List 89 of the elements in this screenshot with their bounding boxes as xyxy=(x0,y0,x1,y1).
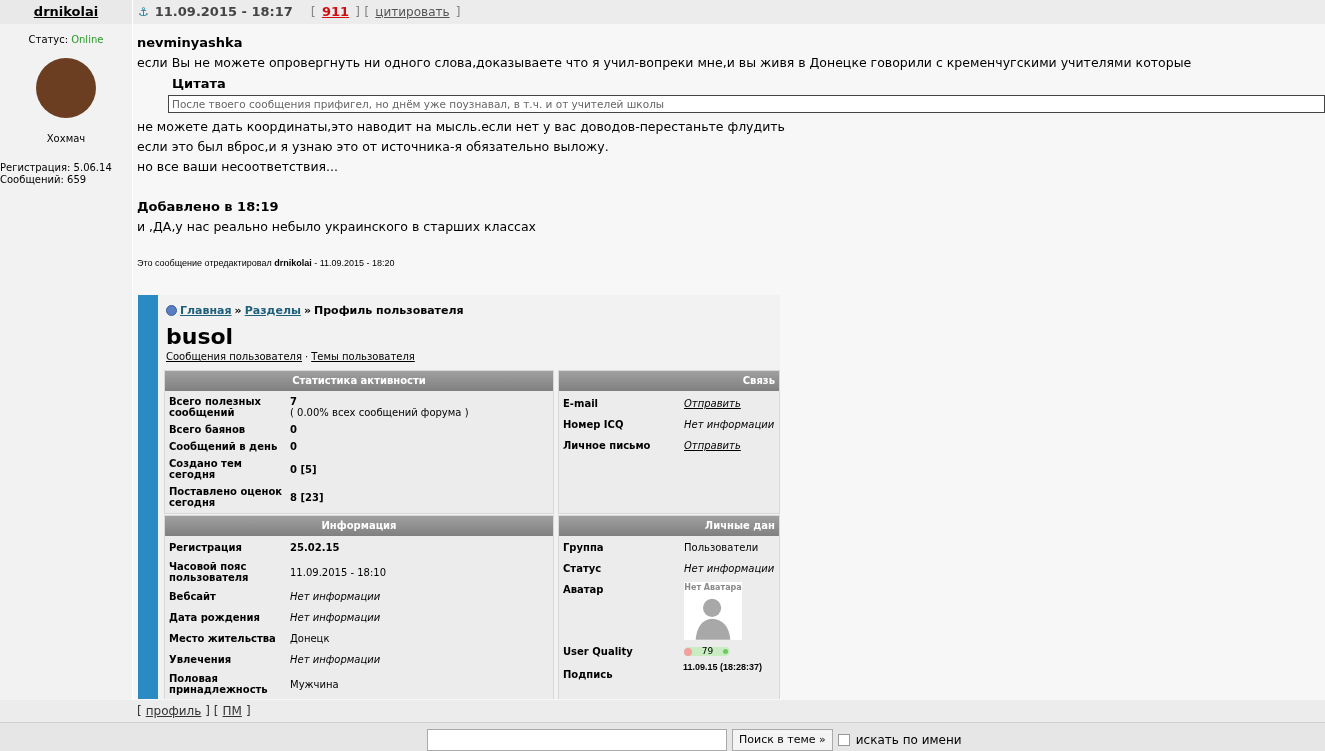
post-date: 11.09.2015 - 18:17 xyxy=(154,3,293,22)
breadcrumb-link[interactable]: Главная xyxy=(180,302,232,319)
field-label: Личное письмо xyxy=(563,440,652,451)
author-link[interactable]: drnikolai xyxy=(33,2,99,22)
search-button[interactable]: Поиск в теме » xyxy=(732,729,833,751)
field-label: Вебсайт xyxy=(169,591,217,602)
pm-link[interactable]: ПМ xyxy=(222,702,242,720)
section-header: Статистика активности xyxy=(165,371,553,391)
field-label: Часовой пояс пользователя xyxy=(169,561,250,583)
field-value: 11.09.2015 - 18:10 xyxy=(290,565,387,580)
field-value: Мужчина xyxy=(290,677,339,692)
post-text: не можете дать координаты,это наводит на мысль.если нет у вас доводов-перестаньте флудить xyxy=(137,118,786,136)
signature-text: 11.09.15 (18:28:37) xyxy=(683,661,763,674)
quote-title: Цитата xyxy=(172,75,227,93)
bracket: ] [ xyxy=(205,703,219,720)
no-avatar-text: Нет Аватара xyxy=(684,582,742,594)
field-label: Подпись xyxy=(563,668,614,682)
profile-link[interactable]: Темы пользователя xyxy=(311,349,415,364)
field-label: Регистрация xyxy=(169,542,243,553)
field-value: Пользователи xyxy=(684,541,759,555)
field-label: Поставлено оценок сегодня xyxy=(169,486,284,508)
field-label: Группа xyxy=(563,542,605,553)
section-header: Информация xyxy=(165,516,553,536)
bracket: [ xyxy=(310,3,316,22)
checkbox-label: искать по имени xyxy=(855,732,962,749)
breadcrumb-link[interactable]: Разделы xyxy=(244,302,301,319)
status-value: Online xyxy=(71,33,104,47)
field-label: Аватар xyxy=(563,583,605,597)
field-note: ( 0.00% всех сообщений форума ) xyxy=(290,407,469,418)
bracket: ] xyxy=(245,703,251,720)
field-label: Половая принадлежность xyxy=(169,673,269,695)
section-header: Связь xyxy=(559,371,779,391)
quote-box: После твоего сообщения прифигел, но днём уже поузнавал, в т.ч. и от учителей школы xyxy=(168,95,1325,113)
plus-icon xyxy=(723,649,728,654)
addressee-name: nevminyashka xyxy=(137,34,244,52)
field-label: Дата рождения xyxy=(169,612,261,623)
profile-link[interactable]: профиль xyxy=(145,702,202,720)
field-value: 25.02.15 xyxy=(290,541,340,555)
status-label: Статус: xyxy=(28,33,69,47)
section-header: Личные дан xyxy=(559,516,779,536)
anchor-icon[interactable]: ⚓ xyxy=(138,3,149,21)
profile-username: busol xyxy=(166,325,234,349)
field-label: E-mail xyxy=(563,398,599,409)
bracket: ] xyxy=(455,3,461,22)
field-label: Номер ICQ xyxy=(563,419,625,430)
bullet-icon xyxy=(166,305,177,317)
field-label: Увлечения xyxy=(169,654,233,665)
bracket: ] [ xyxy=(355,3,370,22)
breadcrumb-separator: » xyxy=(303,302,311,319)
field-value: Нет информации xyxy=(684,562,775,576)
field-value: 0 [5] xyxy=(290,463,317,475)
field-value: 8 [23] xyxy=(290,491,324,503)
send-link[interactable]: Отправить xyxy=(684,396,741,411)
post-text: но все ваши несоответствия... xyxy=(137,158,339,176)
field-value: 0 xyxy=(290,424,297,435)
field-label: Всего баянов xyxy=(169,424,247,435)
edited-note: Это сообщение отредактировал drnikolai - 11.09.2015 - 18:20 xyxy=(137,257,396,270)
profile-link[interactable]: Сообщения пользователя xyxy=(166,349,302,364)
search-field[interactable] xyxy=(427,729,727,751)
post-text: если Вы не можете опровергнуть ни одного слова,доказываете что я учил-вопреки мне,и вы живя в Донецке говорили с кременчугскими учителями которые xyxy=(137,54,1193,72)
field-label: Статус xyxy=(563,563,603,574)
field-value: Донецк xyxy=(290,632,330,646)
message-count: Сообщений: 659 xyxy=(0,174,87,186)
field-label: User Quality xyxy=(563,646,634,657)
karma-link[interactable]: 911 xyxy=(321,2,350,22)
field-value: 0 xyxy=(290,441,297,452)
minus-icon xyxy=(684,647,692,656)
field-label: Сообщений в день xyxy=(169,441,279,452)
field-label: Создано тем сегодня xyxy=(169,458,243,480)
field-value: Нет информации xyxy=(290,653,381,667)
user-rank: Хохмач xyxy=(46,132,86,146)
link-separator: · xyxy=(305,350,309,364)
breadcrumb-current: Профиль пользователя xyxy=(314,302,464,319)
field-value: Нет информации xyxy=(684,418,775,432)
post-text: и ,ДА,у нас реально небыло украинского в старших классах xyxy=(137,218,538,236)
quote-link[interactable]: цитировать xyxy=(375,3,450,21)
post-text: если это был вброс,и я узнаю это от источника-я обязательно выложу. xyxy=(137,138,610,156)
field-label: Место жительства xyxy=(169,633,277,644)
bracket: [ xyxy=(137,703,142,720)
field-value: 7 xyxy=(290,396,298,407)
added-title: Добавлено в 18:19 xyxy=(137,198,280,216)
registration-date: Регистрация: 5.06.14 xyxy=(0,162,112,174)
name-checkbox[interactable] xyxy=(837,734,850,746)
field-value: Нет информации xyxy=(290,590,381,604)
send-link[interactable]: Отправить xyxy=(684,438,741,453)
breadcrumb-separator: » xyxy=(234,302,242,319)
field-value: Нет информации xyxy=(290,611,381,625)
quality-score: 79 xyxy=(700,647,715,656)
field-label: Всего полезных сообщений xyxy=(169,396,262,418)
